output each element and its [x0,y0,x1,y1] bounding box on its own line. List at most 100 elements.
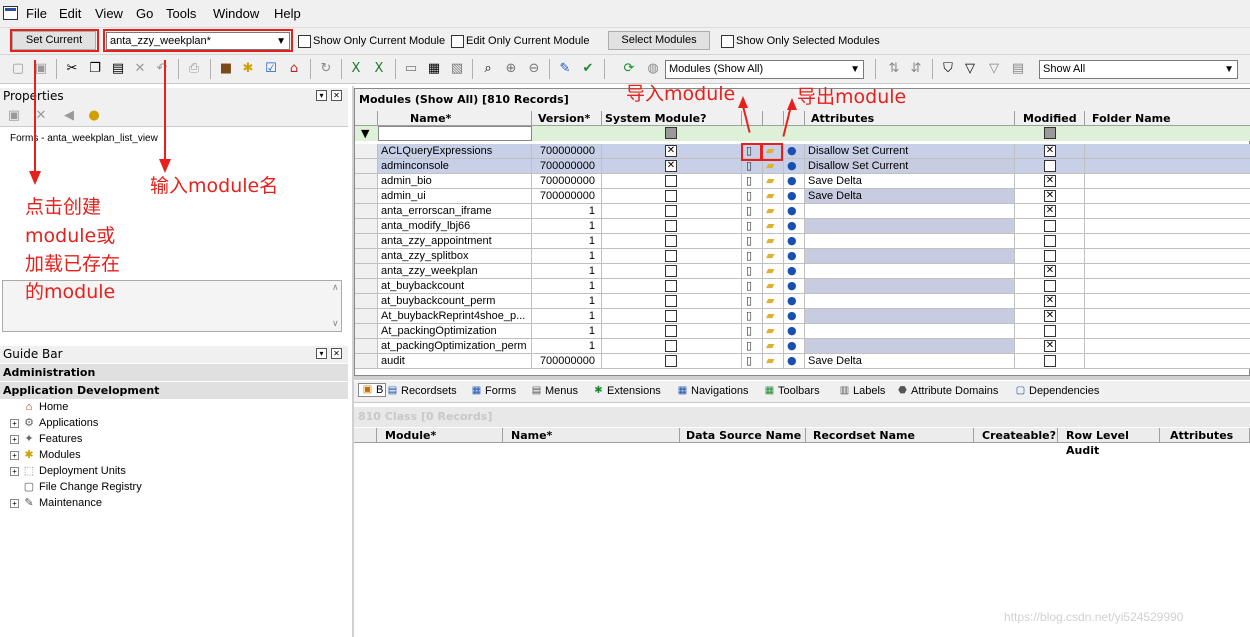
table-row[interactable]: anta_modify_lbj66 1 ▯ ▰ ● [355,219,1250,234]
table-row[interactable]: anta_zzy_splitbox 1 ▯ ▰ ● [355,249,1250,264]
table-row[interactable]: At_buybackReprint4shoe_p... 1 ▯ ▰ ● ✕ [355,309,1250,324]
open-folder-icon[interactable]: ▰ [766,339,774,352]
guide-group-administration[interactable]: Administration [0,364,348,381]
column-header-export[interactable] [763,111,784,126]
tab-navigations[interactable]: ▦ Navigations [676,385,749,397]
sort-ascending-icon[interactable]: ⇅ [886,61,902,77]
system-module-checkbox[interactable] [665,175,677,187]
name-filter-input[interactable] [378,126,532,141]
modified-checkbox[interactable]: ✕ [1044,265,1056,277]
open-folder-icon[interactable]: ▰ [766,204,774,217]
table-row[interactable]: at_buybackcount 1 ▯ ▰ ● [355,279,1250,294]
table-row[interactable]: anta_errorscan_iframe 1 ▯ ▰ ● ✕ [355,204,1250,219]
select-modules-button[interactable]: Select Modules [608,31,710,50]
guide-item-file-change-registry[interactable]: ▢ File Change Registry [10,479,142,495]
guide-item-deployment-units[interactable]: + ⬚ Deployment Units [10,463,126,479]
guide-group-application-development[interactable]: Application Development [0,382,348,399]
print-icon[interactable]: ⎙ [186,61,202,77]
menu-file[interactable]: File [26,6,47,21]
table-row[interactable]: anta_zzy_appointment 1 ▯ ▰ ● [355,234,1250,249]
column-header-module[interactable]: Module* [377,428,503,443]
scroll-down-icon[interactable]: ∨ [332,319,339,329]
row-selector[interactable] [355,309,378,324]
open-folder-icon[interactable]: ▰ [766,279,774,292]
globe-icon[interactable]: ● [787,219,797,232]
system-module-checkbox[interactable] [665,310,677,322]
guide-item-home[interactable]: ⌂ Home [10,399,69,415]
open-folder-icon[interactable]: ▰ [766,354,774,367]
import-icon[interactable]: ▯ [746,204,752,217]
column-header-recordset-name[interactable]: Recordset Name [806,428,974,443]
open-folder-icon[interactable]: ▰ [766,309,774,322]
system-module-checkbox[interactable] [665,340,677,352]
close-icon[interactable]: ✕ [331,348,342,359]
system-module-checkbox[interactable] [665,280,677,292]
table-row[interactable]: ACLQueryExpressions 700000000 Disallow Set… [355,144,1250,159]
column-header-name[interactable]: Name* [503,428,680,443]
import-icon[interactable]: ▯ [746,354,752,367]
package-icon[interactable]: ■ [218,61,234,77]
system-module-checkbox[interactable] [665,190,677,202]
globe-icon[interactable]: ● [787,159,797,172]
puzzle-icon[interactable]: ✱ [240,61,256,77]
show-only-selected-modules-checkbox[interactable] [721,35,734,48]
modules-filter-combo[interactable]: Modules (Show All) ▼ [665,60,864,79]
binoculars-icon[interactable]: ⌕ [480,61,496,77]
cut-icon[interactable]: ✂ [64,61,80,77]
menu-edit[interactable]: Edit [59,6,81,21]
edit-icon[interactable]: ✎ [557,61,573,77]
excel-import-icon[interactable]: X [371,61,387,77]
new-icon[interactable]: ▢ [10,61,26,77]
open-folder-icon[interactable]: ▰ [766,324,774,337]
open-folder-icon[interactable]: ▰ [766,249,774,262]
globe-icon[interactable]: ◍ [645,61,661,77]
refresh-icon[interactable]: ↻ [318,61,334,77]
row-selector[interactable] [355,264,378,279]
back-icon[interactable]: ◀ [61,108,77,124]
menu-tools[interactable]: Tools [166,6,196,21]
globe-icon[interactable]: ● [787,144,797,157]
delete-icon[interactable]: ✕ [132,61,148,77]
sync-icon[interactable]: ⟳ [621,61,637,77]
column-header-modified[interactable]: Modified [1015,111,1085,126]
row-selector[interactable] [355,294,378,309]
globe-icon[interactable]: ● [787,174,797,187]
globe-icon[interactable]: ● [787,294,797,307]
zoom-in-icon[interactable]: ⊕ [503,61,519,77]
modified-checkbox[interactable]: ✕ [1044,310,1056,322]
globe-icon[interactable]: ● [787,354,797,367]
modified-checkbox[interactable] [1044,220,1056,232]
sort-descending-icon[interactable]: ⇵ [908,61,924,77]
modified-checkbox[interactable] [1044,325,1056,337]
globe-icon[interactable]: ● [787,264,797,277]
expand-icon[interactable]: + [10,498,19,508]
tab-b[interactable]: ▣ B [358,383,387,398]
modified-checkbox[interactable]: ✕ [1044,295,1056,307]
modified-checkbox[interactable] [1044,280,1056,292]
import-icon[interactable]: ▯ [746,294,752,307]
guide-item-features[interactable]: + ✦ Features [10,431,82,447]
filter-manage-icon[interactable]: ▤ [1010,61,1026,77]
splitter-horizontal[interactable] [354,376,1250,380]
expand-icon[interactable]: + [10,418,19,428]
tab-recordsets[interactable]: ▤ Recordsets [386,385,457,397]
menu-help[interactable]: Help [274,6,301,21]
import-icon[interactable]: ▯ [746,339,752,352]
form-view-icon[interactable]: ▭ [403,61,419,77]
row-selector[interactable] [355,354,378,369]
column-header-data-source-name[interactable]: Data Source Name [680,428,806,443]
help-icon[interactable]: ● [86,108,102,124]
import-icon[interactable]: ▯ [746,279,752,292]
import-icon[interactable]: ▯ [746,174,752,187]
zoom-out-icon[interactable]: ⊖ [526,61,542,77]
guide-item-maintenance[interactable]: + ✎ Maintenance [10,495,102,511]
column-header-name[interactable]: Name* [378,111,532,126]
column-header-version[interactable]: Version* [532,111,602,126]
filter-clear-icon[interactable]: ▽ [986,61,1002,77]
detail-view-icon[interactable]: ▧ [449,61,465,77]
globe-icon[interactable]: ● [787,234,797,247]
expand-icon[interactable]: + [10,434,19,444]
menu-window[interactable]: Window [213,6,259,21]
modified-checkbox[interactable]: ✕ [1044,145,1056,157]
grid-view-icon[interactable]: ▦ [426,61,442,77]
